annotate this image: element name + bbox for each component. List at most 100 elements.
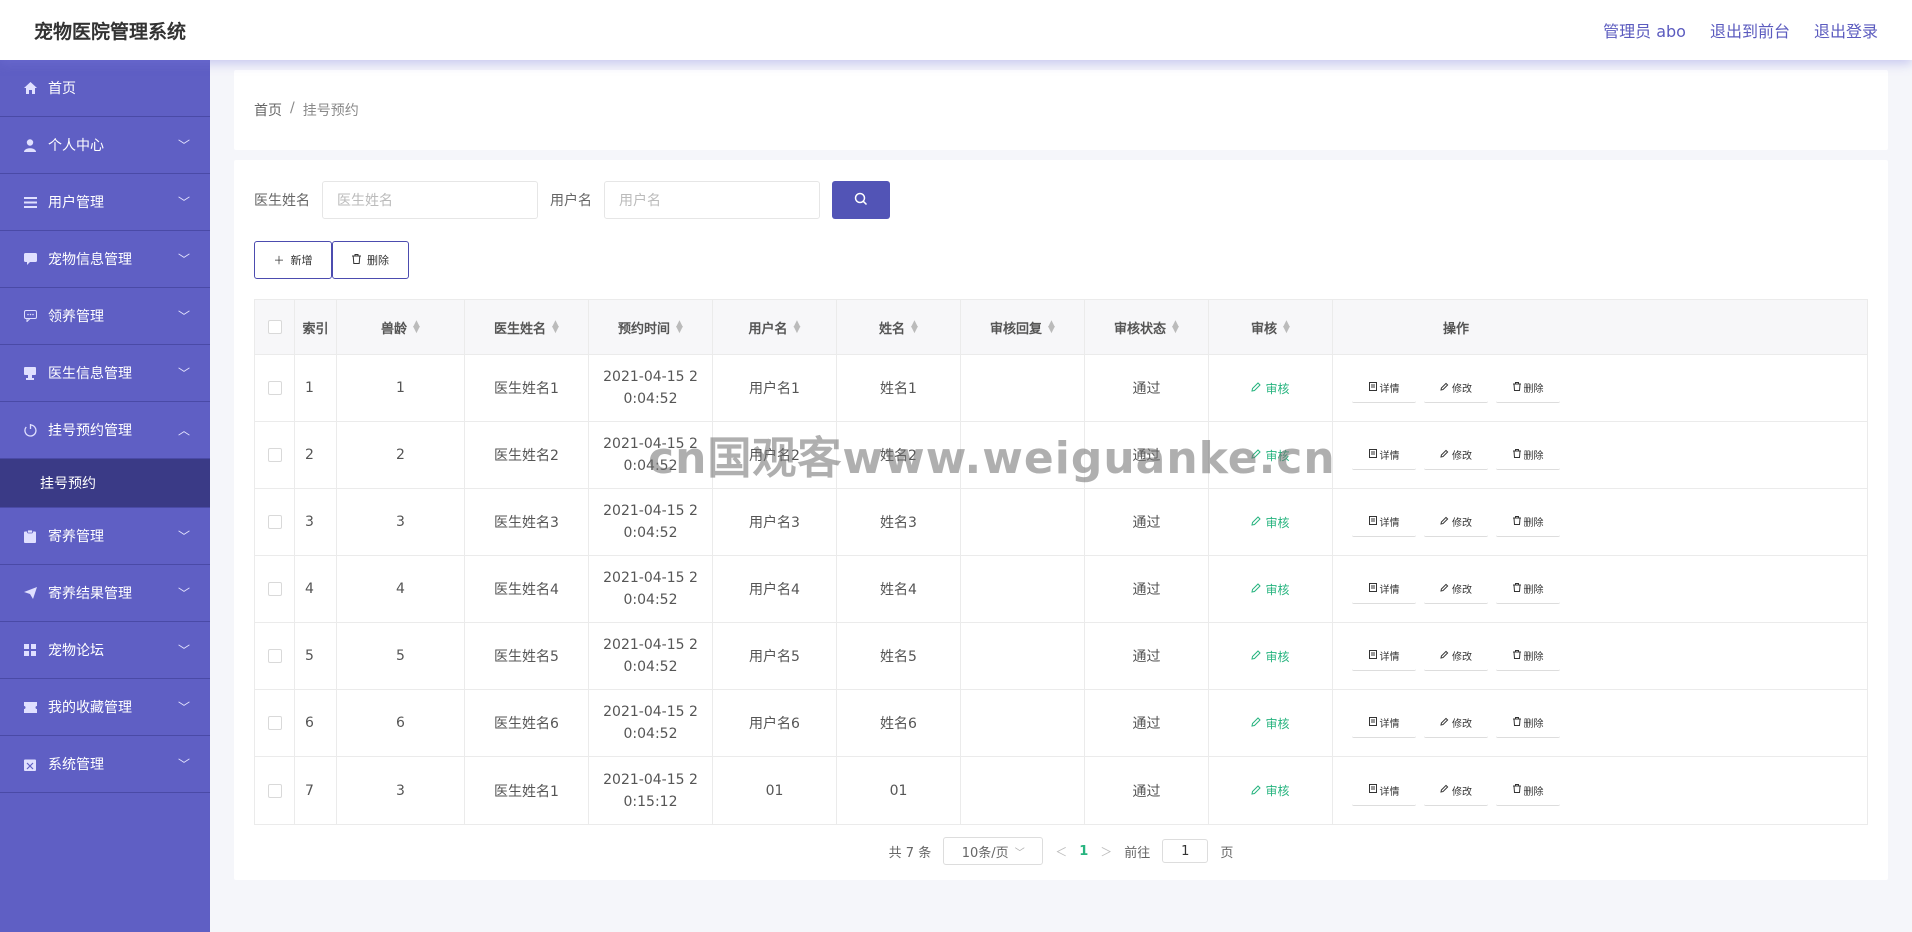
edit-pen-icon [1251,448,1262,462]
plus-icon: ＋ [273,254,285,267]
cell-text-index: 7 [305,782,314,799]
page-number-current[interactable]: 1 [1079,844,1088,859]
sidebar-subitem-appointment[interactable]: 挂号预约 [0,459,210,508]
goto-page-input[interactable]: 1 [1162,839,1209,863]
row-checkbox[interactable] [267,448,282,462]
page-size-select[interactable]: 10条/页 ﹀ [943,837,1044,865]
detail-button[interactable]: 详情 [1352,507,1416,537]
row-checkbox[interactable] [267,716,282,730]
sidebar-item-home[interactable]: 首页 [0,60,210,117]
delete-button[interactable]: 删除 [1496,775,1560,806]
logout-link[interactable]: 退出登录 [1814,18,1878,42]
select-all-checkbox[interactable] [267,320,282,334]
row-checkbox[interactable] [267,381,282,395]
doctor-name-input[interactable]: 医生姓名 [322,181,538,219]
edit-icon [1440,382,1449,394]
review-link[interactable]: 审核 [1251,514,1290,531]
sidebar-item-users[interactable]: 用户管理 ﹀ [0,174,210,231]
detail-button[interactable]: 详情 [1352,574,1416,604]
column-header-age[interactable]: 兽龄 ▲ ▼ [337,300,465,354]
cell-text-doctor: 医生姓名1 [494,381,559,397]
prev-page-icon[interactable]: ＜ [1055,843,1067,860]
edit-button[interactable]: 修改 [1424,708,1488,738]
edit-button[interactable]: 修改 [1424,641,1488,671]
detail-button[interactable]: 详情 [1352,708,1416,738]
row-checkbox[interactable] [267,582,282,596]
sidebar-item-personal[interactable]: 个人中心 ﹀ [0,117,210,174]
column-header-review[interactable]: 审核 ▲ ▼ [1209,300,1333,354]
sidebar-item-forum[interactable]: 宠物论坛 ﹀ [0,622,210,679]
breadcrumb-separator: / [290,100,295,116]
batch-delete-button[interactable]: 删除 [332,241,409,279]
detail-button[interactable]: 详情 [1352,775,1416,806]
review-link[interactable]: 审核 [1251,380,1290,397]
edit-button-label: 修改 [1452,451,1472,462]
cell-text-age: 2 [396,447,405,463]
column-header-username[interactable]: 用户名 ▲ ▼ [713,300,837,354]
top-header: 宠物医院管理系统 管理员 abo 退出到前台 退出登录 [0,0,1912,60]
row-checkbox[interactable] [267,783,282,798]
cell-text-index: 2 [305,447,314,463]
breadcrumb-home[interactable]: 首页 [254,100,282,120]
column-header-doctor[interactable]: 医生姓名 ▲ ▼ [465,300,589,354]
delete-button[interactable]: 删除 [1496,574,1560,604]
sidebar-item-adoption[interactable]: 领养管理 ﹀ [0,288,210,345]
action-bar: ＋ 新增 删除 [254,241,1868,279]
edit-button[interactable]: 修改 [1424,507,1488,537]
exit-to-front-link[interactable]: 退出到前台 [1710,18,1790,42]
sidebar-item-appointment[interactable]: 挂号预约管理 ︿ [0,402,210,459]
column-header-select[interactable] [255,300,295,354]
sidebar-item-system[interactable]: 系统管理 ﹀ [0,736,210,793]
delete-button[interactable]: 删除 [1496,708,1560,738]
edit-icon [1440,650,1449,662]
table-row: 2 2 医生姓名2 2021-04-15 20:04:52 用户名2 姓名2 通过 审核 详情 修… [255,422,1867,489]
message-icon [24,310,48,322]
cell-text-time: 2021-04-15 20:04:52 [603,436,698,474]
review-link[interactable]: 审核 [1251,581,1290,598]
cell-text-name: 姓名5 [880,649,917,665]
delete-button-label: 删除 [1523,384,1544,395]
sidebar-item-pet-info[interactable]: 宠物信息管理 ﹀ [0,231,210,288]
row-checkbox[interactable] [267,515,282,529]
column-header-name[interactable]: 姓名 ▲ ▼ [837,300,961,354]
add-button[interactable]: ＋ 新增 [254,241,332,279]
table-cell-reply [961,556,1085,622]
delete-button[interactable]: 删除 [1496,373,1560,403]
detail-button[interactable]: 详情 [1352,641,1416,671]
column-header-status[interactable]: 审核状态 ▲ ▼ [1085,300,1209,354]
review-link[interactable]: 审核 [1251,648,1290,665]
username-input[interactable]: 用户名 [604,181,820,219]
edit-button[interactable]: 修改 [1424,440,1488,470]
sidebar-item-label: 个人中心 [48,138,104,154]
sort-icon: ▲ ▼ [413,319,420,335]
edit-button[interactable]: 修改 [1424,775,1488,806]
admin-user-link[interactable]: 管理员 abo [1603,18,1686,42]
sidebar-item-boarding[interactable]: 寄养管理 ﹀ [0,508,210,565]
review-link[interactable]: 审核 [1251,782,1290,799]
table-cell-ops: 详情 修改 删除 [1333,623,1579,689]
column-header-reply[interactable]: 审核回复 ▲ ▼ [961,300,1085,354]
sidebar-item-doctor-info[interactable]: 医生信息管理 ﹀ [0,345,210,402]
sidebar-item-favorites[interactable]: 我的收藏管理 ﹀ [0,679,210,736]
delete-button[interactable]: 删除 [1496,507,1560,537]
detail-button[interactable]: 详情 [1352,373,1416,403]
row-checkbox[interactable] [267,649,282,663]
table-cell-time: 2021-04-15 20:15:12 [589,757,713,824]
table-cell-age: 3 [337,489,465,555]
edit-icon [1440,784,1449,796]
chevron-down-icon: ﹀ [177,757,190,772]
table-row: 5 5 医生姓名5 2021-04-15 20:04:52 用户名5 姓名5 通过 审核 详情 修… [255,623,1867,690]
edit-button[interactable]: 修改 [1424,373,1488,403]
detail-button[interactable]: 详情 [1352,440,1416,470]
review-link[interactable]: 审核 [1251,447,1290,464]
search-button[interactable] [832,181,890,219]
next-page-icon[interactable]: ＞ [1100,843,1112,860]
edit-button[interactable]: 修改 [1424,574,1488,604]
table-row: 3 3 医生姓名3 2021-04-15 20:04:52 用户名3 姓名3 通过 审核 详情 修… [255,489,1867,556]
delete-button[interactable]: 删除 [1496,641,1560,671]
sidebar-item-boarding-result[interactable]: 寄养结果管理 ﹀ [0,565,210,622]
delete-button[interactable]: 删除 [1496,440,1560,470]
appointment-table: 索引 兽龄 ▲ ▼ 医生姓名 ▲ ▼ 预约时间 ▲ ▼ 用户名 ▲ ▼ 姓名 ▲ ▼ 审核回复 ▲ ▼ 审核状态 ▲ ▼ 审… [254,299,1868,825]
review-link[interactable]: 审核 [1251,715,1290,732]
column-header-time[interactable]: 预约时间 ▲ ▼ [589,300,713,354]
